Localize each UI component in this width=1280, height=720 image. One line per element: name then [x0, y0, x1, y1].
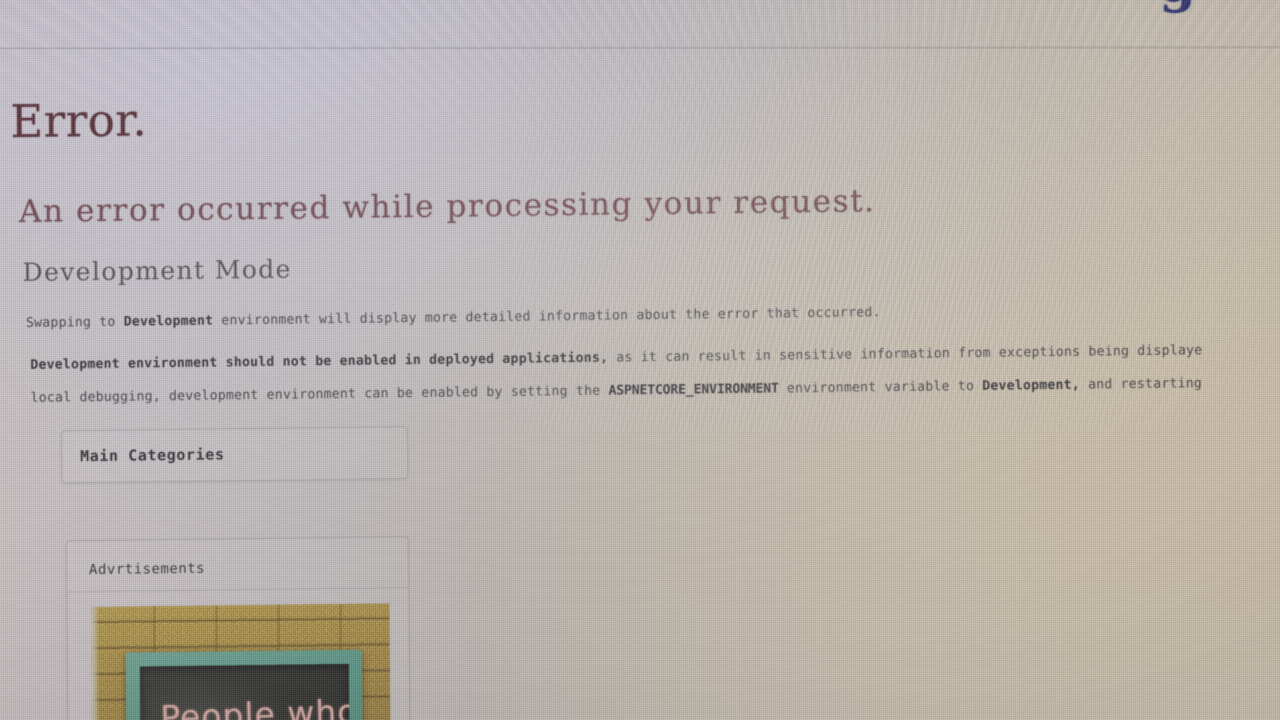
- photographed-screen: g Error. An error occurred while process…: [0, 0, 1280, 720]
- photo-vignette: [0, 0, 1280, 720]
